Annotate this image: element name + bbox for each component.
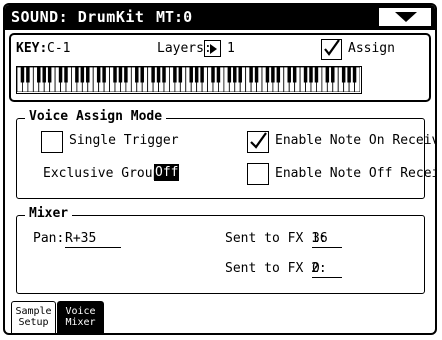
- exclusive-group-value[interactable]: Off: [154, 164, 180, 181]
- keyboard-keys: [16, 66, 361, 93]
- black-key: [200, 67, 204, 83]
- triangle-right-icon: [210, 44, 217, 54]
- black-key: [314, 67, 319, 83]
- mixer-title: Mixer: [25, 206, 73, 221]
- black-key: [156, 67, 161, 83]
- pan-value[interactable]: R+35: [65, 231, 121, 248]
- enable-note-off-checkbox[interactable]: [247, 163, 269, 185]
- layers-value: 1: [227, 41, 235, 56]
- black-key: [58, 67, 63, 83]
- black-key: [194, 67, 199, 83]
- black-key: [287, 67, 291, 83]
- mt-indicator: MT:0: [156, 8, 193, 26]
- black-key: [352, 67, 357, 83]
- black-key: [292, 67, 297, 83]
- black-key: [140, 67, 144, 83]
- voice-assign-mode-group: Voice Assign Mode Single Trigger Enable …: [16, 109, 435, 199]
- black-key: [135, 67, 139, 83]
- black-key: [233, 67, 237, 83]
- key-label: KEY:: [16, 41, 48, 56]
- black-key: [178, 67, 183, 83]
- tab-label-line2: Mixer: [65, 317, 96, 328]
- triangle-down-icon: [395, 12, 417, 22]
- black-key: [249, 67, 253, 83]
- black-key: [80, 67, 85, 83]
- black-key: [325, 67, 330, 83]
- black-key: [331, 67, 335, 83]
- black-key: [265, 67, 270, 83]
- key-value[interactable]: C-1: [47, 41, 70, 56]
- black-key: [26, 67, 30, 83]
- black-key: [347, 67, 351, 83]
- black-key: [64, 67, 68, 83]
- black-key: [173, 67, 177, 83]
- black-key: [37, 67, 41, 83]
- keyboard-display[interactable]: [16, 66, 362, 94]
- enable-note-on-checkbox[interactable]: [247, 131, 269, 153]
- single-trigger-checkbox[interactable]: [41, 131, 63, 153]
- enable-note-on-label: Enable Note On Receive: [275, 133, 437, 148]
- key-section: KEY: C-1 Layers: 1 Assign: [9, 33, 431, 102]
- voice-assign-mode-title: Voice Assign Mode: [25, 109, 167, 124]
- black-key: [47, 67, 52, 83]
- title-bar: SOUND: DrumKit MT:0: [5, 5, 435, 30]
- black-key: [162, 67, 166, 83]
- tab-sample-setup[interactable]: Sample Setup: [11, 301, 56, 333]
- black-key: [276, 67, 281, 83]
- tab-label-line1: Voice: [65, 306, 96, 317]
- tab-label-line1: Sample: [15, 306, 52, 317]
- black-key: [254, 67, 259, 83]
- black-key: [96, 67, 101, 83]
- black-key: [303, 67, 308, 83]
- assign-checkbox[interactable]: [321, 39, 342, 60]
- send-fx1-value[interactable]: 36: [312, 231, 342, 248]
- sound-edit-window: SOUND: DrumKit MT:0 KEY: C-1 Layers: 1 A…: [3, 3, 437, 335]
- black-key: [309, 67, 313, 83]
- checkmark-icon: [324, 40, 340, 56]
- layers-button[interactable]: [204, 40, 221, 57]
- assign-label: Assign: [348, 41, 395, 56]
- page-title: SOUND: DrumKit: [11, 8, 145, 26]
- black-key: [42, 67, 46, 83]
- black-key: [211, 67, 215, 83]
- send-fx2-value[interactable]: 0: [312, 261, 342, 278]
- black-key: [118, 67, 123, 83]
- black-key: [86, 67, 90, 83]
- black-key: [216, 67, 221, 83]
- black-key: [124, 67, 128, 83]
- tab-voice-mixer[interactable]: Voice Mixer: [57, 301, 104, 333]
- black-key: [75, 67, 79, 83]
- black-key: [20, 67, 25, 83]
- black-key: [238, 67, 242, 83]
- exclusive-group-label: Exclusive Group:: [43, 166, 169, 181]
- page-menu-button[interactable]: [378, 7, 432, 27]
- black-key: [102, 67, 106, 83]
- single-trigger-label: Single Trigger: [69, 133, 179, 148]
- enable-note-off-label: Enable Note Off Receive: [275, 166, 435, 181]
- black-key: [113, 67, 117, 83]
- black-key: [227, 67, 232, 83]
- tab-label-line2: Setup: [18, 317, 49, 328]
- black-key: [151, 67, 155, 83]
- mixer-group: Mixer Pan: R+35 Sent to FX 1: 36 Sent to…: [16, 206, 425, 294]
- black-key: [189, 67, 193, 83]
- checkmark-icon: [250, 132, 267, 149]
- black-key: [271, 67, 275, 83]
- pan-label: Pan:: [33, 231, 65, 246]
- black-key: [341, 67, 346, 83]
